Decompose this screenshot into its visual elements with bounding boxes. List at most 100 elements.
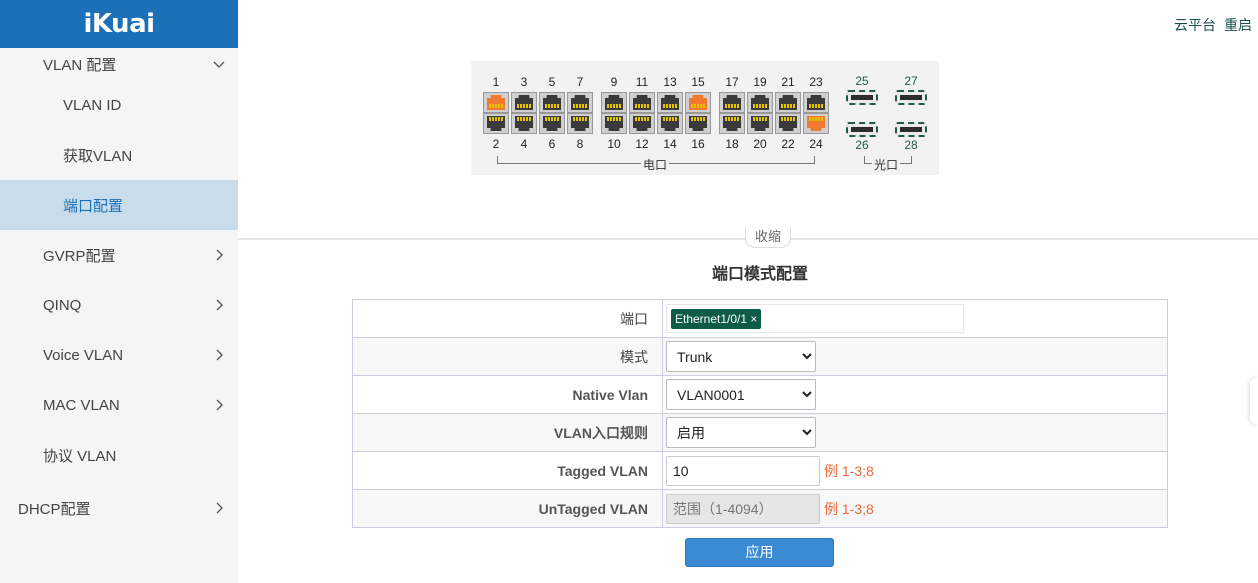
sidebar-item-5[interactable]: QINQ — [0, 280, 238, 330]
untagged-vlan-label: UnTagged VLAN — [352, 489, 663, 528]
native-vlan-label: Native Vlan — [352, 375, 663, 414]
ethernet-port[interactable] — [657, 92, 683, 113]
port-number: 23 — [809, 75, 823, 89]
mode-select[interactable]: Trunk — [666, 341, 816, 372]
ethernet-port[interactable] — [483, 92, 509, 113]
ethernet-port[interactable] — [601, 92, 627, 113]
port-number: 13 — [663, 75, 677, 89]
sidebar: iKuai VLAN 配置 VLAN ID 获取VLAN 端口配置 GVRP配置 QINQ… — [0, 0, 238, 583]
ethernet-port[interactable] — [775, 92, 801, 113]
sfp-port[interactable] — [895, 90, 927, 105]
chevron-right-icon — [212, 298, 226, 312]
ingress-rule-select[interactable]: 启用 — [666, 417, 816, 448]
logo-text: iKuai — [83, 9, 155, 39]
ethernet-port[interactable] — [685, 92, 711, 113]
ingress-rule-label: VLAN入口规则 — [352, 413, 663, 452]
ethernet-port[interactable] — [601, 113, 627, 134]
ethernet-port[interactable] — [511, 113, 537, 134]
untagged-vlan-input[interactable] — [666, 493, 820, 524]
form-row-port: 端口 Ethernet1/0/1 × — [352, 299, 1168, 338]
sidebar-item-label: VLAN 配置 — [43, 56, 117, 74]
optical-port-number: 26 — [855, 138, 869, 152]
switch-panel: 电口 光口 1 3 5 7 9 11 13 15 17 19 21 23 2 4 6 8 10 12 14 16 18 2… — [471, 61, 939, 175]
native-vlan-select[interactable]: VLAN0001 — [666, 379, 816, 410]
ethernet-port[interactable] — [803, 113, 829, 134]
form-row-tagged: Tagged VLAN 例 1-3;8 — [352, 451, 1168, 490]
chevron-down-icon — [212, 57, 226, 71]
port-number: 24 — [809, 137, 823, 151]
port-number: 19 — [753, 75, 767, 89]
port-label: 端口 — [352, 299, 663, 338]
ethernet-port[interactable] — [747, 92, 773, 113]
sidebar-item-9[interactable]: DHCP配置 — [0, 480, 238, 536]
logo[interactable]: iKuai — [0, 0, 238, 48]
side-handle[interactable] — [1250, 378, 1258, 424]
tagged-vlan-input[interactable] — [666, 455, 820, 486]
sfp-port[interactable] — [895, 122, 927, 137]
ethernet-port[interactable] — [775, 113, 801, 134]
ethernet-port[interactable] — [657, 113, 683, 134]
sidebar-item-1[interactable]: VLAN ID — [0, 80, 238, 130]
port-number: 10 — [607, 137, 621, 151]
sidebar-item-label: GVRP配置 — [43, 247, 116, 265]
app: iKuai VLAN 配置 VLAN ID 获取VLAN 端口配置 GVRP配置 QINQ… — [0, 0, 1258, 583]
form-row-native: Native Vlan VLAN0001 — [352, 375, 1168, 414]
port-tag[interactable]: Ethernet1/0/1 × — [671, 308, 762, 329]
form-row-untagged: UnTagged VLAN 例 1-3;8 — [352, 489, 1168, 528]
port-number: 6 — [548, 137, 556, 151]
ethernet-port[interactable] — [629, 113, 655, 134]
ethernet-port[interactable] — [567, 113, 593, 134]
ethernet-port[interactable] — [629, 92, 655, 113]
port-number: 21 — [781, 75, 795, 89]
ethernet-port[interactable] — [483, 113, 509, 134]
port-number: 14 — [663, 137, 677, 151]
cloud-platform-link[interactable]: 云平台 — [1174, 17, 1216, 33]
port-mode-form: 端口 Ethernet1/0/1 × 模式 Trunk Native Vlan … — [352, 299, 1168, 528]
ethernet-port[interactable] — [539, 113, 565, 134]
ethernet-port[interactable] — [719, 92, 745, 113]
collapse-button[interactable]: 收缩 — [745, 228, 791, 248]
sidebar-item-2[interactable]: 获取VLAN — [0, 130, 238, 180]
sidebar-item-3[interactable]: 端口配置 — [0, 180, 238, 230]
optical-port-number: 28 — [904, 138, 918, 152]
port-number: 20 — [753, 137, 767, 151]
sfp-port[interactable] — [846, 90, 878, 105]
port-number: 4 — [520, 137, 528, 151]
ethernet-port[interactable] — [685, 113, 711, 134]
port-number: 16 — [691, 137, 705, 151]
sidebar-item-label: VLAN ID — [63, 96, 122, 114]
sidebar-item-4[interactable]: GVRP配置 — [0, 230, 238, 280]
sidebar-item-8[interactable]: 协议 VLAN — [0, 430, 238, 480]
form-title: 端口模式配置 — [711, 266, 808, 283]
ethernet-port[interactable] — [567, 92, 593, 113]
sidebar-item-7[interactable]: MAC VLAN — [0, 380, 238, 430]
chevron-right-icon — [212, 348, 226, 362]
ethernet-port[interactable] — [719, 113, 745, 134]
sidebar-item-label: Voice VLAN — [43, 346, 124, 364]
sidebar-item-label: DHCP配置 — [18, 500, 91, 518]
chevron-right-icon — [212, 248, 226, 262]
ethernet-port[interactable] — [747, 113, 773, 134]
ethernet-port[interactable] — [803, 92, 829, 113]
mode-label: 模式 — [352, 337, 663, 376]
sidebar-item-label: QINQ — [43, 296, 82, 314]
port-number: 11 — [635, 75, 649, 89]
ethernet-port[interactable] — [539, 92, 565, 113]
sidebar-item-0[interactable]: VLAN 配置 — [0, 48, 238, 80]
sfp-port[interactable] — [846, 122, 878, 137]
apply-button[interactable]: 应用 — [685, 538, 834, 567]
port-select[interactable]: Ethernet1/0/1 × — [666, 304, 964, 333]
chevron-right-icon — [212, 398, 226, 412]
optical-port-number: 27 — [904, 74, 918, 88]
port-number: 12 — [635, 137, 649, 151]
ethernet-port[interactable] — [511, 92, 537, 113]
port-number: 3 — [520, 75, 528, 89]
electric-label: 电口 — [641, 156, 670, 173]
sidebar-item-label: 获取VLAN — [63, 147, 133, 165]
top-links: 云平台 重启 — [1166, 15, 1252, 35]
form-row-mode: 模式 Trunk — [352, 337, 1168, 376]
port-number: 1 — [492, 75, 500, 89]
sidebar-item-label: 端口配置 — [63, 197, 124, 215]
restart-link[interactable]: 重启 — [1224, 17, 1252, 33]
sidebar-item-6[interactable]: Voice VLAN — [0, 330, 238, 380]
